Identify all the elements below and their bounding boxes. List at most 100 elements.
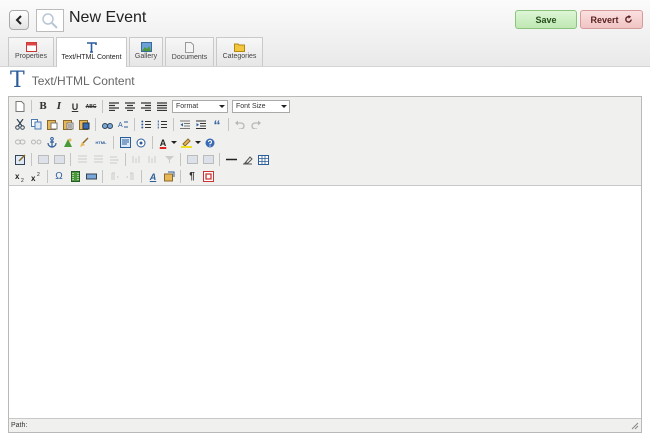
editor-toolbar: B I U ABC Format Font Size A “ HTML A x …: [9, 97, 641, 186]
revert-label: Revert: [590, 14, 619, 25]
toolbar-separator: [152, 136, 153, 149]
insert-table-icon[interactable]: [256, 153, 270, 167]
font-color-button[interactable]: A: [157, 136, 169, 150]
paste-icon[interactable]: [45, 118, 59, 132]
page-title: New Event: [69, 9, 147, 26]
chevron-down-icon: [281, 105, 287, 108]
special-char-icon[interactable]: Ω: [52, 170, 66, 184]
tab-properties[interactable]: Properties: [8, 37, 54, 66]
filter-icon[interactable]: [162, 153, 176, 167]
anchor-icon[interactable]: [45, 136, 59, 150]
bullet-list-icon[interactable]: [139, 118, 153, 132]
insert-column-icon[interactable]: [75, 153, 89, 167]
toolbar-separator: [31, 153, 32, 166]
tab-gallery[interactable]: Gallery: [129, 37, 163, 66]
toolbar-separator: [125, 153, 126, 166]
font-color-dropdown[interactable]: [171, 136, 177, 150]
toolbar-row-2: A “: [12, 116, 264, 133]
insert-media-icon[interactable]: [68, 170, 82, 184]
numbered-list-icon[interactable]: [155, 118, 169, 132]
save-label: Save: [535, 14, 557, 25]
align-justify-icon[interactable]: [155, 100, 169, 114]
split-cell-icon[interactable]: [107, 153, 121, 167]
help-circle-icon[interactable]: [134, 136, 148, 150]
highlight-icon[interactable]: [179, 136, 193, 150]
categories-icon: [234, 43, 245, 52]
unlink-icon[interactable]: [29, 136, 43, 150]
refresh-icon: [624, 15, 632, 23]
cut-icon[interactable]: [13, 118, 27, 132]
horizontal-rule-icon[interactable]: [224, 153, 238, 167]
html-source-button[interactable]: HTML: [93, 136, 109, 150]
font-size-select-value: Font Size: [236, 103, 266, 110]
font-size-select[interactable]: Font Size: [232, 100, 290, 113]
find-icon[interactable]: [100, 118, 114, 132]
eraser-icon[interactable]: [240, 153, 254, 167]
bold-button[interactable]: B: [36, 100, 50, 114]
text-content-icon: T: [10, 68, 25, 93]
superscript-icon[interactable]: x2: [29, 170, 43, 184]
template-icon[interactable]: [118, 136, 132, 150]
rtl-icon[interactable]: [123, 170, 137, 184]
toolbar-row-3: HTML A: [12, 134, 218, 151]
resize-handle-icon[interactable]: [631, 422, 639, 430]
editor-content-area[interactable]: [9, 186, 641, 418]
toolbar-separator: [113, 136, 114, 149]
revert-button[interactable]: Revert: [580, 10, 643, 29]
link-icon[interactable]: [13, 136, 27, 150]
align-left-icon[interactable]: [107, 100, 121, 114]
toolbar-separator: [228, 118, 229, 131]
insert-image-icon[interactable]: [61, 136, 75, 150]
back-button[interactable]: [9, 10, 29, 30]
visual-chars-button[interactable]: ¶: [185, 170, 199, 184]
save-button[interactable]: Save: [515, 10, 577, 29]
cell-props-icon[interactable]: [185, 153, 199, 167]
chevron-left-icon: [15, 15, 22, 25]
strikethrough-button[interactable]: ABC: [84, 100, 98, 114]
underline-button[interactable]: U: [68, 100, 82, 114]
outdent-icon[interactable]: [178, 118, 192, 132]
edit-icon[interactable]: [13, 153, 27, 167]
replace-icon[interactable]: A: [116, 118, 130, 132]
highlight-dropdown[interactable]: [195, 136, 201, 150]
blockquote-icon[interactable]: “: [210, 117, 224, 133]
ltr-icon[interactable]: [107, 170, 121, 184]
svg-text:2: 2: [37, 172, 40, 178]
tab-documents[interactable]: Documents: [165, 37, 214, 66]
insert-row-before-icon[interactable]: [36, 153, 50, 167]
toolbar-separator: [219, 153, 220, 166]
paste-word-icon[interactable]: [77, 118, 91, 132]
copy-icon[interactable]: [29, 118, 43, 132]
header-bar: New Event Save Revert Properties Text/HT…: [0, 0, 650, 67]
toolbar-separator: [102, 100, 103, 113]
undo-icon[interactable]: [233, 118, 247, 132]
toolbar-separator: [173, 118, 174, 131]
table-row-props-icon[interactable]: [146, 153, 160, 167]
tab-label: Properties: [15, 53, 47, 60]
page-break-icon[interactable]: [84, 170, 98, 184]
styles-icon[interactable]: A: [146, 170, 160, 184]
visual-aid-icon[interactable]: [201, 170, 215, 184]
delete-column-icon[interactable]: [91, 153, 105, 167]
tab-text-content[interactable]: Text/HTML Content: [56, 37, 127, 67]
align-center-icon[interactable]: [123, 100, 137, 114]
cleanup-icon[interactable]: [77, 136, 91, 150]
attributes-icon[interactable]: [162, 170, 176, 184]
tab-label: Text/HTML Content: [61, 54, 122, 61]
tab-categories[interactable]: Categories: [216, 37, 263, 66]
italic-button[interactable]: I: [52, 100, 66, 114]
indent-icon[interactable]: [194, 118, 208, 132]
toolbar-separator: [180, 153, 181, 166]
table-props-icon[interactable]: [201, 153, 215, 167]
merge-cells-icon[interactable]: [130, 153, 144, 167]
align-right-icon[interactable]: [139, 100, 153, 114]
paste-text-icon[interactable]: [61, 118, 75, 132]
new-document-icon[interactable]: [13, 100, 27, 114]
insert-row-after-icon[interactable]: [52, 153, 66, 167]
path-label: Path:: [11, 422, 28, 429]
svg-text:A: A: [118, 122, 123, 129]
redo-icon[interactable]: [249, 118, 263, 132]
subscript-icon[interactable]: x2: [13, 170, 27, 184]
format-select[interactable]: Format: [172, 100, 228, 113]
help-icon[interactable]: [203, 136, 217, 150]
